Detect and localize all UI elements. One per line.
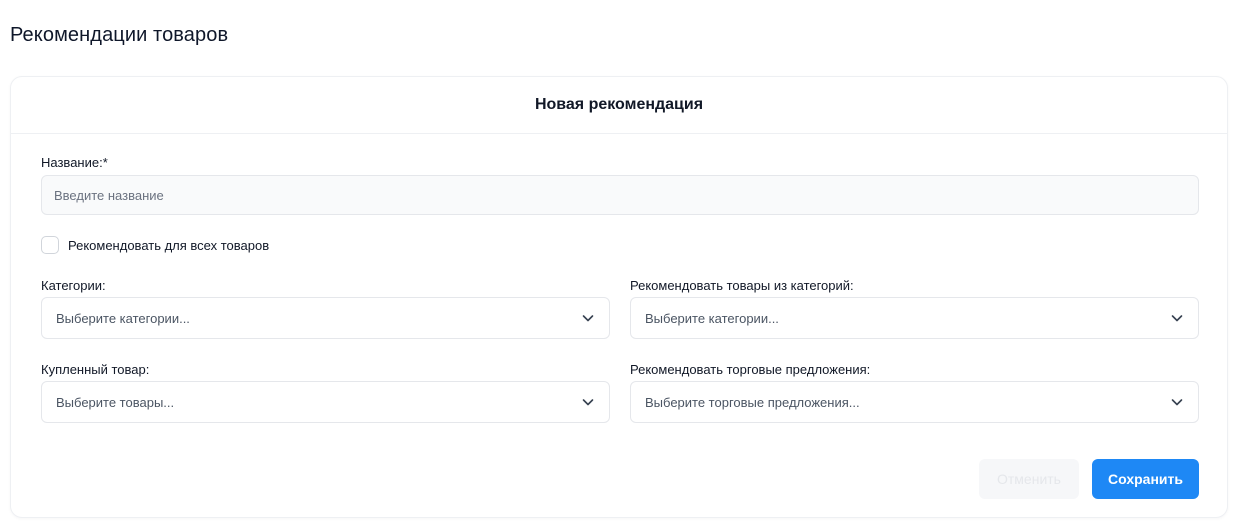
save-button[interactable]: Сохранить [1092, 459, 1199, 499]
card-title: Новая рекомендация [11, 77, 1227, 134]
cancel-button[interactable]: Отменить [979, 459, 1079, 499]
page-title: Рекомендации товаров [10, 24, 229, 46]
recommend-all-checkbox[interactable] [41, 236, 59, 254]
recommend-all-label: Рекомендовать для всех товаров [68, 237, 270, 253]
chevron-down-icon [582, 399, 594, 406]
purchased-product-label: Купленный товар: [41, 362, 150, 377]
chevron-down-icon [582, 315, 594, 322]
recommendation-form-card: Новая рекомендация Название:* Рекомендов… [10, 76, 1228, 518]
recommend-categories-select-placeholder: Выберите категории... [645, 310, 779, 326]
categories-select[interactable]: Выберите категории... [41, 297, 610, 339]
recommend-offers-select-placeholder: Выберите торговые предложения... [645, 394, 860, 410]
categories-select-placeholder: Выберите категории... [56, 310, 190, 326]
chevron-down-icon [1171, 315, 1183, 322]
recommend-offers-label: Рекомендовать торговые предложения: [630, 362, 871, 377]
categories-label: Категории: [41, 278, 106, 293]
recommend-all-row[interactable]: Рекомендовать для всех товаров [41, 236, 269, 254]
chevron-down-icon [1171, 399, 1183, 406]
recommend-categories-label: Рекомендовать товары из категорий: [630, 278, 854, 293]
recommend-offers-select[interactable]: Выберите торговые предложения... [630, 381, 1199, 423]
name-label: Название:* [41, 155, 108, 170]
name-input[interactable] [41, 175, 1199, 215]
purchased-product-select[interactable]: Выберите товары... [41, 381, 610, 423]
recommend-categories-select[interactable]: Выберите категории... [630, 297, 1199, 339]
purchased-product-select-placeholder: Выберите товары... [56, 394, 175, 410]
